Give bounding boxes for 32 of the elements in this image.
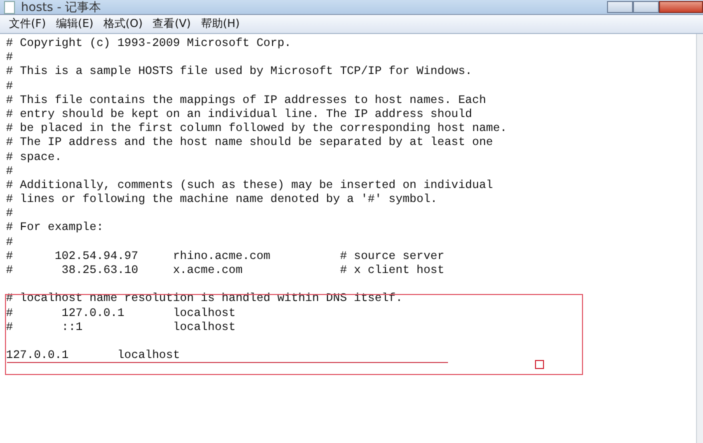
menu-item[interactable]: 查看(V) xyxy=(148,16,196,32)
text-line: # xyxy=(6,207,13,222)
window-title: hosts - 记事本 xyxy=(21,0,102,14)
square-mark xyxy=(535,360,544,369)
text-line: # This file contains the mappings of IP addresses to host names. Each xyxy=(6,94,486,108)
text-line: # 102.54.94.97 rhino.acme.com # source server xyxy=(6,250,444,264)
text-line: # Copyright (c) 1993-2009 Microsoft Corp. xyxy=(6,37,292,52)
text-line: # xyxy=(6,236,13,250)
text-line: # xyxy=(6,51,13,66)
text-line: # xyxy=(6,164,13,179)
text-line: # 38.25.63.10 x.acme.com # x client host xyxy=(6,264,444,278)
text-line: # be placed in the first column followed by the corresponding host name. xyxy=(6,122,507,136)
document-icon xyxy=(4,0,15,14)
scrollbar[interactable] xyxy=(696,34,703,443)
text-line: # xyxy=(6,80,13,94)
menu-item[interactable]: 编辑(E) xyxy=(50,16,98,32)
menu-item[interactable]: 帮助(H) xyxy=(196,16,245,32)
text-line: # lines or following the machine name denoted by a '#' symbol. xyxy=(6,193,438,208)
menu-item[interactable]: 格式(O) xyxy=(98,16,148,32)
close-button[interactable] xyxy=(659,1,703,13)
text-line: # The IP address and the host name should be separated by at least one xyxy=(6,136,494,150)
text-line: # space. xyxy=(6,150,62,165)
menu-item[interactable]: 文件(F) xyxy=(4,16,51,32)
text-line: # For example: xyxy=(6,221,104,236)
text-line: # 127.0.0.1 localhost xyxy=(6,306,236,321)
text-line: 127.0.0.1 localhost xyxy=(6,349,180,364)
text-line: # This is a sample HOSTS file used by Microsoft TCP/IP for Windows. xyxy=(6,65,472,80)
maximize-button[interactable] xyxy=(633,1,659,13)
text-line: # entry should be kept on an individual line. The IP address should xyxy=(6,108,472,122)
text-line: # ::1 localhost xyxy=(6,320,236,335)
text-line: # Additionally, comments (such as these) may be inserted on individual xyxy=(6,178,494,194)
minimize-button[interactable] xyxy=(607,1,633,13)
